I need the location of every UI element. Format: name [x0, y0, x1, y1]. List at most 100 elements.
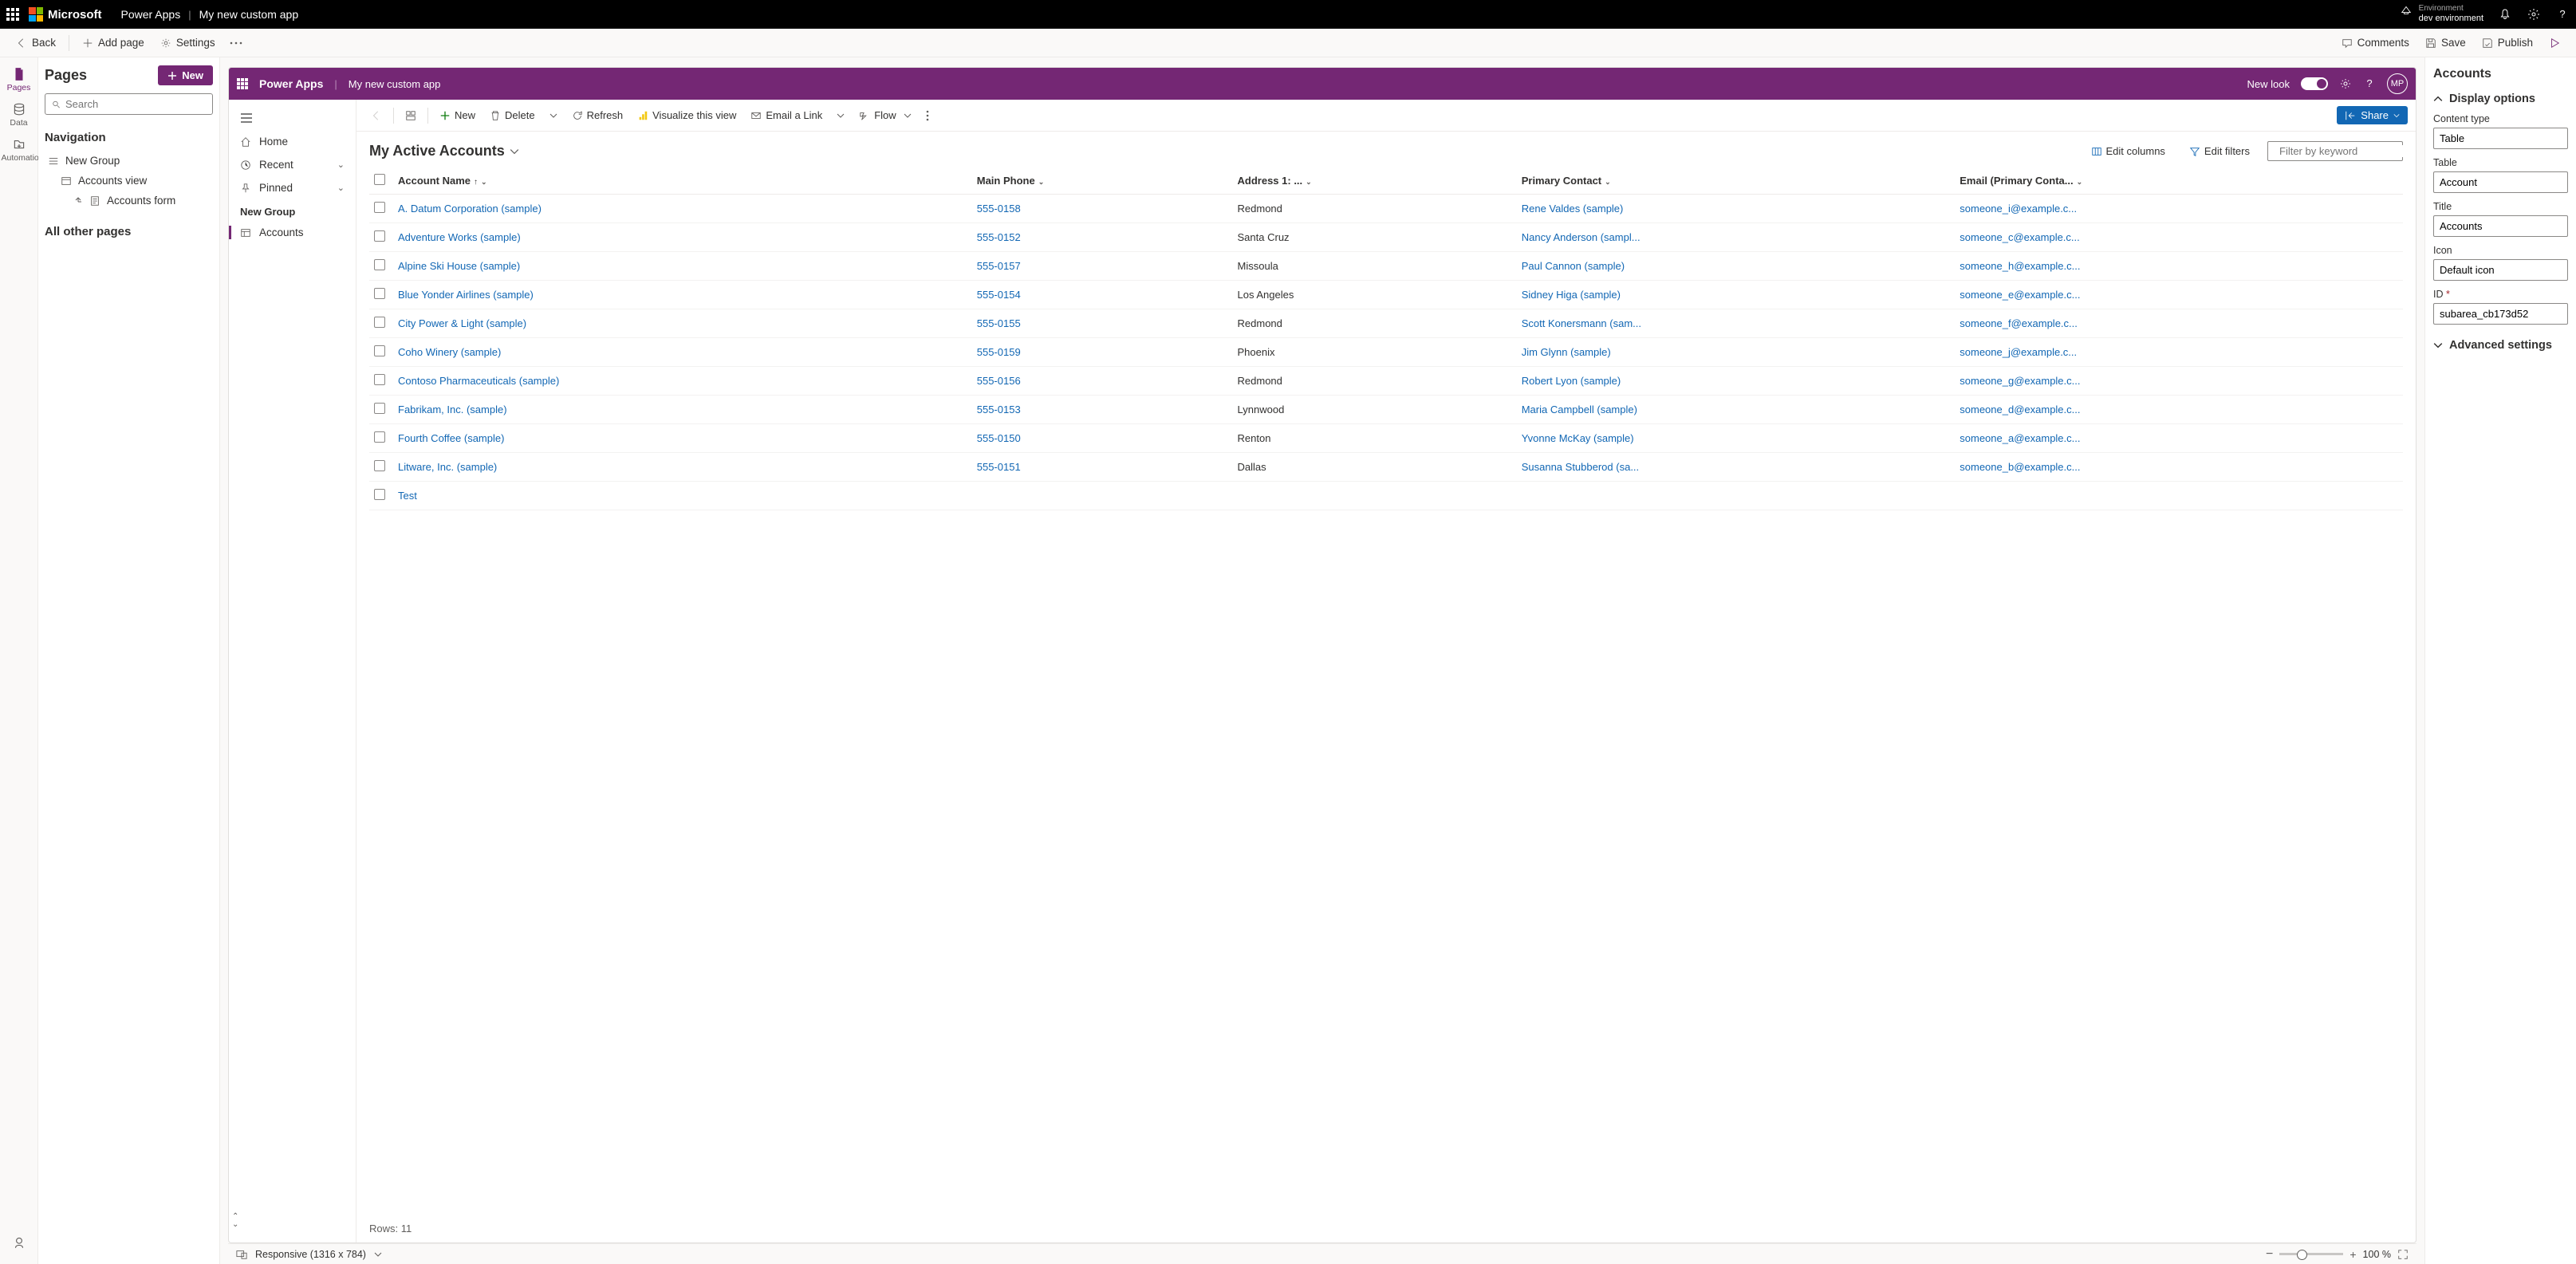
table-row[interactable]: Test: [369, 482, 2403, 510]
table-row[interactable]: Fourth Coffee (sample)555-0150RentonYvon…: [369, 424, 2403, 453]
account-name-link[interactable]: A. Datum Corporation (sample): [398, 203, 542, 215]
phone-link[interactable]: 555-0156: [977, 375, 1021, 387]
table-row[interactable]: Blue Yonder Airlines (sample)555-0154Los…: [369, 281, 2403, 309]
edit-columns-button[interactable]: Edit columns: [2085, 142, 2172, 160]
phone-link[interactable]: 555-0159: [977, 346, 1021, 358]
row-checkbox[interactable]: [374, 403, 385, 414]
grid-more-button[interactable]: [920, 107, 935, 124]
nav-accounts[interactable]: Accounts: [229, 221, 356, 244]
table-row[interactable]: City Power & Light (sample)555-0155Redmo…: [369, 309, 2403, 338]
rail-copilot[interactable]: [2, 1231, 37, 1256]
contact-link[interactable]: Paul Cannon (sample): [1522, 260, 1625, 272]
user-avatar[interactable]: MP: [2387, 73, 2408, 94]
nav-hamburger[interactable]: [229, 106, 356, 130]
contact-link[interactable]: Scott Konersmann (sam...: [1522, 317, 1641, 329]
new-look-toggle[interactable]: [2301, 77, 2328, 90]
account-name-link[interactable]: Coho Winery (sample): [398, 346, 501, 358]
contact-link[interactable]: Sidney Higa (sample): [1522, 289, 1621, 301]
advanced-settings-section[interactable]: Advanced settings: [2433, 339, 2568, 352]
pages-search-input[interactable]: [65, 98, 206, 110]
pages-search[interactable]: [45, 93, 213, 115]
col-contact[interactable]: Primary Contact⌄: [1517, 167, 1956, 195]
filter-keyword-box[interactable]: [2267, 141, 2403, 161]
account-name-link[interactable]: City Power & Light (sample): [398, 317, 526, 329]
table-row[interactable]: Contoso Pharmaceuticals (sample) 555-0156…: [369, 367, 2403, 396]
phone-link[interactable]: 555-0158: [977, 203, 1021, 215]
phone-link[interactable]: 555-0150: [977, 432, 1021, 444]
account-name-link[interactable]: Adventure Works (sample): [398, 231, 521, 243]
view-selector[interactable]: My Active Accounts: [369, 143, 519, 159]
grid-delete-chevron[interactable]: [543, 108, 564, 123]
account-name-link[interactable]: Fabrikam, Inc. (sample): [398, 404, 507, 415]
row-checkbox[interactable]: [374, 460, 385, 471]
email-link[interactable]: someone_b@example.c...: [1960, 461, 2080, 473]
select-all-checkbox[interactable]: [374, 174, 385, 185]
settings-icon[interactable]: [2527, 7, 2541, 22]
grid-share-button[interactable]: Share: [2337, 106, 2408, 124]
icon-input[interactable]: [2433, 259, 2568, 281]
email-link[interactable]: someone_g@example.c...: [1960, 375, 2080, 387]
contact-link[interactable]: Rene Valdes (sample): [1522, 203, 1624, 215]
rail-data[interactable]: Data: [2, 97, 37, 132]
save-button[interactable]: Save: [2419, 33, 2472, 52]
email-link[interactable]: someone_c@example.c...: [1960, 231, 2080, 243]
rail-automation[interactable]: Automation: [2, 132, 37, 167]
account-name-link[interactable]: Alpine Ski House (sample): [398, 260, 520, 272]
account-name-link[interactable]: Contoso Pharmaceuticals (sample): [398, 375, 559, 387]
play-button[interactable]: [2543, 34, 2566, 52]
phone-link[interactable]: 555-0157: [977, 260, 1021, 272]
contact-link[interactable]: Jim Glynn (sample): [1522, 346, 1611, 358]
environment-picker[interactable]: Environment dev environment: [2401, 4, 2483, 24]
contact-link[interactable]: Yvonne McKay (sample): [1522, 432, 1634, 444]
account-name-link[interactable]: Fourth Coffee (sample): [398, 432, 504, 444]
row-checkbox[interactable]: [374, 230, 385, 242]
row-checkbox[interactable]: [374, 374, 385, 385]
phone-link[interactable]: 555-0154: [977, 289, 1021, 301]
comments-button[interactable]: Comments: [2335, 33, 2416, 52]
row-checkbox[interactable]: [374, 288, 385, 299]
table-row[interactable]: A. Datum Corporation (sample)555-0158Red…: [369, 195, 2403, 223]
nav-recent[interactable]: Recent ⌄: [229, 153, 356, 176]
col-select[interactable]: [369, 167, 393, 195]
edit-filters-button[interactable]: Edit filters: [2183, 142, 2256, 160]
app-waffle-icon[interactable]: [237, 78, 248, 89]
focused-view-button[interactable]: [399, 107, 423, 124]
add-page-button[interactable]: Add page: [76, 33, 151, 52]
notifications-icon[interactable]: [2498, 7, 2512, 22]
app-help-icon[interactable]: ?: [2363, 77, 2376, 90]
responsive-label[interactable]: Responsive (1316 x 784): [255, 1249, 366, 1260]
nav-scroll-arrows[interactable]: ⌃⌄: [229, 1210, 242, 1232]
table-row[interactable]: Adventure Works (sample)555-0152Santa Cr…: [369, 223, 2403, 252]
grid-new-button[interactable]: New: [433, 106, 482, 124]
table-input[interactable]: [2433, 171, 2568, 193]
content-type-input[interactable]: [2433, 128, 2568, 149]
account-name-link[interactable]: Litware, Inc. (sample): [398, 461, 497, 473]
email-link[interactable]: someone_h@example.c...: [1960, 260, 2080, 272]
back-button[interactable]: Back: [10, 33, 62, 52]
more-button[interactable]: [225, 38, 247, 48]
account-name-link[interactable]: Test: [398, 490, 417, 502]
app-launcher-icon[interactable]: [6, 8, 19, 21]
zoom-out-button[interactable]: −: [2266, 1247, 2273, 1262]
table-row[interactable]: Litware, Inc. (sample)555-0151DallasSusa…: [369, 453, 2403, 482]
table-row[interactable]: Coho Winery (sample)555-0159PhoenixJim G…: [369, 338, 2403, 367]
grid-back-button[interactable]: [364, 107, 388, 124]
tree-accounts-view[interactable]: Accounts view: [45, 171, 213, 191]
row-checkbox[interactable]: [374, 345, 385, 356]
row-checkbox[interactable]: [374, 489, 385, 500]
grid-email-button[interactable]: Email a Link: [744, 106, 829, 124]
app-settings-icon[interactable]: [2339, 77, 2352, 90]
account-name-link[interactable]: Blue Yonder Airlines (sample): [398, 289, 534, 301]
grid-flow-button[interactable]: Flow: [853, 106, 917, 124]
nav-pinned[interactable]: Pinned ⌄: [229, 176, 356, 199]
col-account-name[interactable]: Account Name↑⌄: [393, 167, 972, 195]
contact-link[interactable]: Robert Lyon (sample): [1522, 375, 1621, 387]
row-checkbox[interactable]: [374, 259, 385, 270]
email-link[interactable]: someone_a@example.c...: [1960, 432, 2080, 444]
zoom-in-button[interactable]: +: [2350, 1248, 2356, 1261]
id-input[interactable]: [2433, 303, 2568, 325]
grid-visualize-button[interactable]: Visualize this view: [631, 106, 742, 124]
col-email[interactable]: Email (Primary Conta...⌄: [1955, 167, 2403, 195]
phone-link[interactable]: 555-0152: [977, 231, 1021, 243]
new-page-button[interactable]: New: [158, 65, 213, 85]
